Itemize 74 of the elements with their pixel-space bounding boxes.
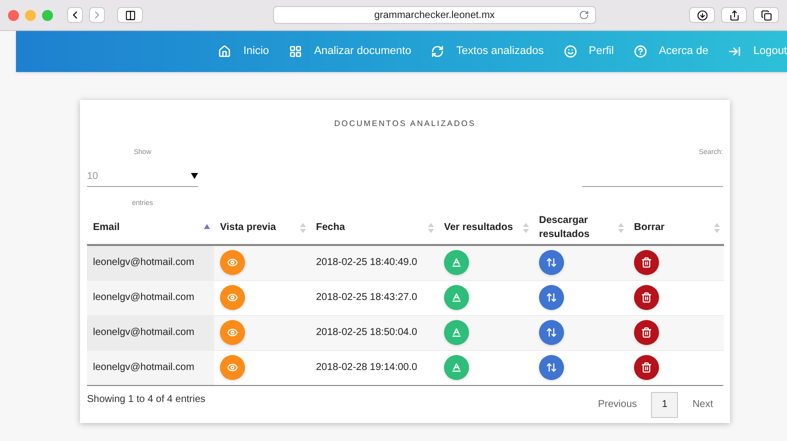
card-title: DOCUMENTOS ANALIZADOS (333, 118, 477, 130)
arrows-icon (546, 327, 557, 338)
delete-button[interactable] (634, 355, 659, 380)
results-button[interactable] (444, 285, 469, 310)
sort-icon (428, 223, 434, 233)
arrows-icon (546, 362, 557, 373)
home-icon (218, 45, 232, 58)
sort-icon (618, 223, 624, 233)
select-value: 10 (87, 170, 98, 184)
share-button[interactable] (721, 7, 747, 23)
download-icon (696, 10, 708, 20)
table-cell: leonelgv@hotmail.com (87, 245, 214, 280)
nav-link[interactable]: Analizar documento (289, 43, 412, 60)
column-header[interactable]: Ver resultados (438, 211, 533, 245)
letter-icon (451, 292, 462, 303)
trash-icon (641, 327, 652, 338)
letter-icon (451, 257, 462, 268)
help-icon (634, 45, 647, 58)
trash-icon (641, 362, 652, 373)
eye-icon (227, 362, 238, 373)
preview-button[interactable] (220, 320, 245, 345)
pagination-button[interactable]: 1 (650, 392, 678, 418)
share-icon (728, 10, 740, 20)
sort-icon (300, 223, 306, 233)
column-header[interactable]: Email (87, 211, 214, 245)
table-cell: 2018-02-25 18:50:04.0 (310, 315, 438, 350)
tabs-icon (760, 10, 772, 20)
results-button[interactable] (444, 250, 469, 276)
back-button[interactable] (67, 7, 83, 23)
dropdown-icon (191, 173, 198, 179)
pagination-button[interactable]: Next (682, 392, 723, 418)
preview-button[interactable] (220, 250, 245, 276)
sidebar-icon (124, 10, 136, 20)
sort-icon (523, 223, 529, 233)
sort-icon (714, 223, 720, 233)
refresh-icon (431, 45, 444, 58)
table-cell: 2018-02-25 18:40:49.0 (310, 245, 438, 280)
column-header[interactable]: Descargar resultados (533, 211, 628, 245)
letter-icon (451, 362, 462, 373)
eye-icon (227, 327, 238, 338)
eye-icon (227, 257, 238, 268)
sort-icon (204, 224, 210, 229)
logout-icon (728, 45, 742, 58)
results-button[interactable] (444, 320, 469, 345)
table-info: Showing 1 to 4 of 4 entries (87, 392, 206, 406)
preview-button[interactable] (220, 285, 245, 310)
reload-icon[interactable] (579, 10, 589, 20)
arrows-icon (546, 292, 557, 303)
download-button[interactable] (689, 7, 715, 23)
arrows-icon (546, 257, 557, 268)
delete-button[interactable] (634, 250, 659, 276)
column-header[interactable]: Borrar (628, 211, 724, 245)
column-header[interactable]: Fecha (310, 211, 438, 245)
table-cell: leonelgv@hotmail.com (87, 280, 214, 315)
tabs-button[interactable] (753, 7, 779, 23)
grid-icon (289, 45, 302, 58)
delete-button[interactable] (634, 320, 659, 345)
address-bar[interactable]: grammarchecker.leonet.mx (273, 6, 596, 24)
trash-icon (641, 292, 652, 303)
table-cell: leonelgv@hotmail.com (87, 350, 214, 385)
column-header[interactable]: Vista previa (214, 211, 310, 245)
sidebar-button[interactable] (117, 7, 143, 23)
nav-link[interactable]: Inicio (218, 43, 270, 60)
trash-icon (641, 257, 652, 268)
letter-icon (451, 327, 462, 338)
eye-icon (227, 292, 238, 303)
preview-button[interactable] (220, 355, 245, 380)
table-cell: leonelgv@hotmail.com (87, 315, 214, 350)
pagination-button[interactable]: Previous (588, 392, 647, 418)
table-cell: 2018-02-28 19:14:00.0 (310, 350, 438, 385)
smiley-icon (564, 45, 577, 58)
delete-button[interactable] (634, 285, 659, 310)
results-button[interactable] (444, 355, 469, 380)
table-cell: 2018-02-25 18:43:27.0 (310, 280, 438, 315)
